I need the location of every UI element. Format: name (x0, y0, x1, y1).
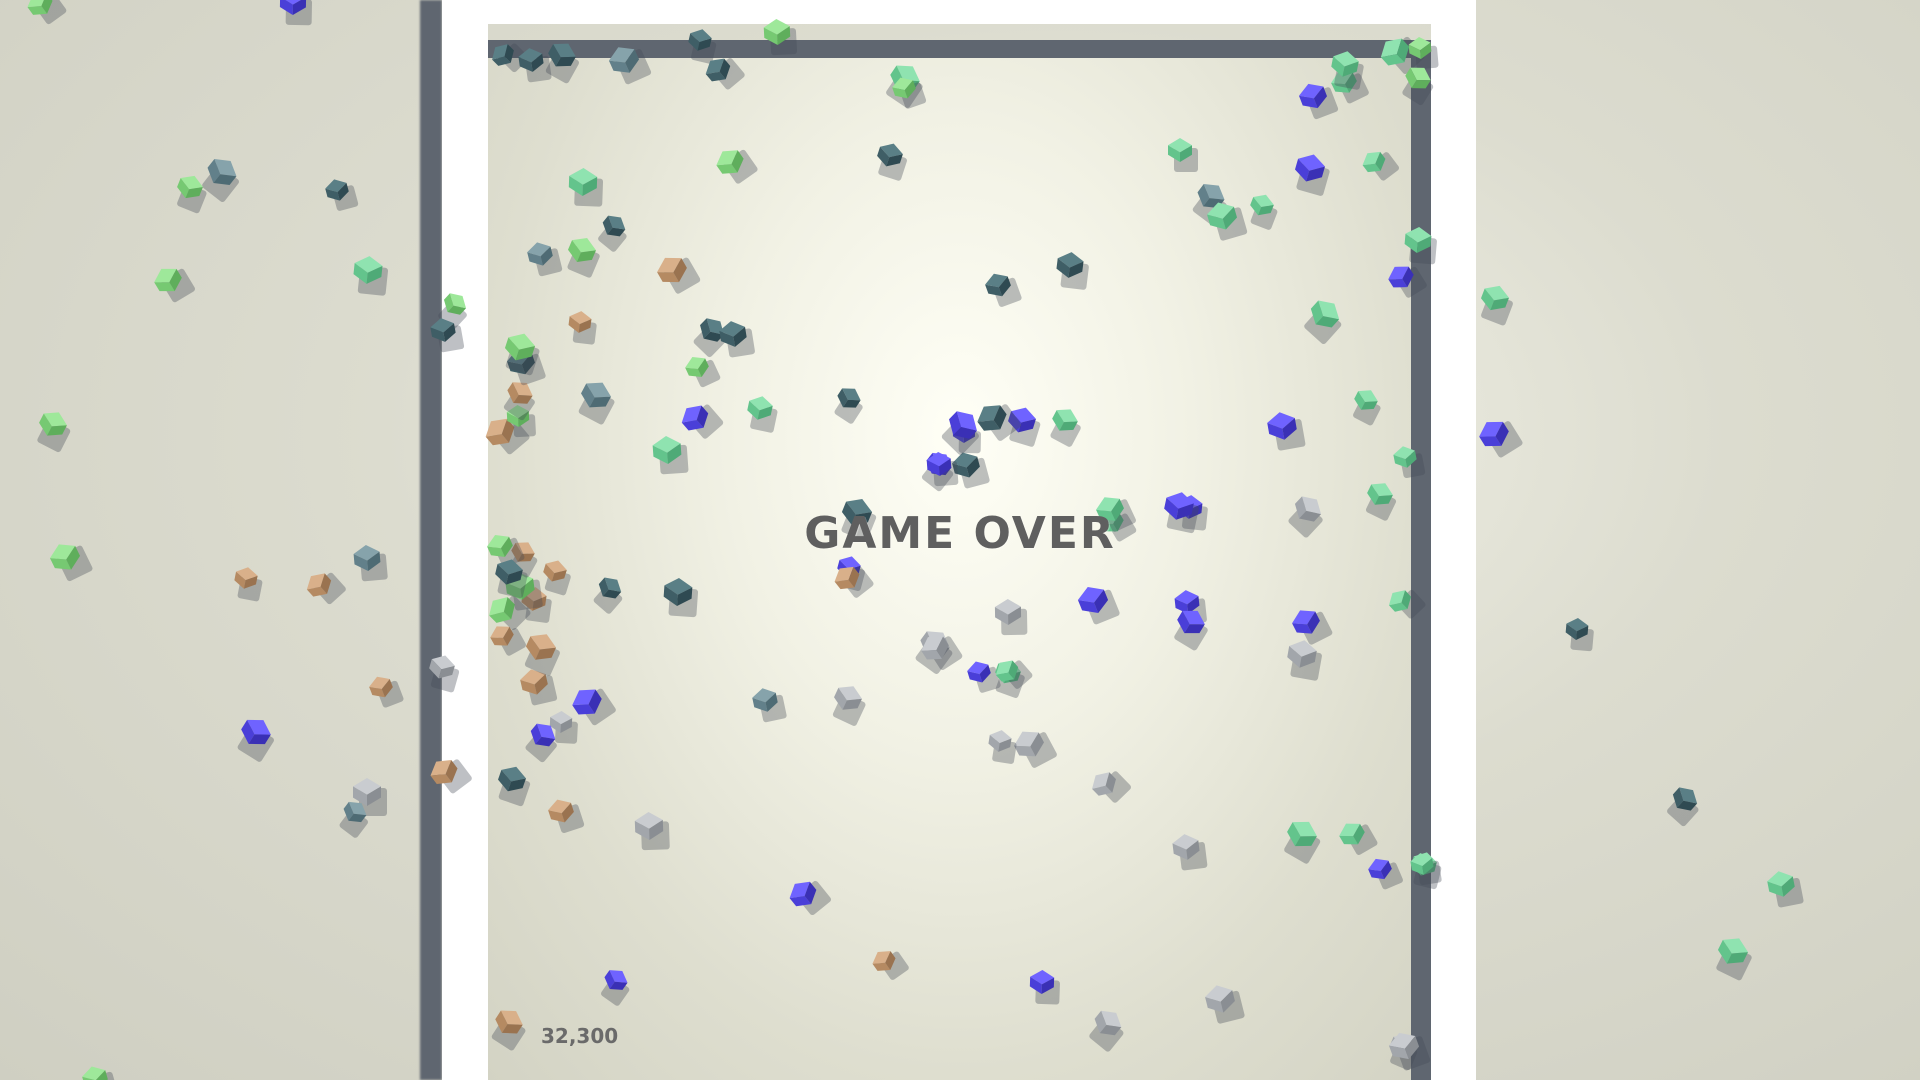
cube (177, 175, 207, 214)
cube (1287, 640, 1322, 681)
cube (652, 436, 689, 475)
cube (1767, 871, 1804, 908)
cube (1077, 587, 1120, 625)
cube (568, 311, 597, 345)
cube (634, 812, 670, 851)
cube (325, 179, 359, 211)
cube (1304, 300, 1342, 344)
cube (1362, 151, 1400, 181)
cube (353, 256, 389, 296)
cube (1388, 1032, 1431, 1071)
cube (1480, 285, 1513, 326)
cube (1029, 970, 1060, 1005)
cube (1388, 589, 1426, 619)
cube (789, 880, 832, 916)
cube (306, 572, 346, 605)
cube (503, 382, 535, 421)
cube (1393, 446, 1426, 479)
cube (429, 655, 460, 693)
cube (567, 238, 600, 278)
cube (82, 1066, 118, 1080)
cube (681, 404, 724, 439)
cube (657, 257, 701, 294)
cube (1050, 409, 1081, 447)
cube (1339, 823, 1378, 855)
cube (598, 215, 627, 252)
cube (1250, 194, 1278, 230)
cube (1014, 731, 1057, 768)
cube (685, 357, 721, 388)
game-scene: GAME OVER 32,300 (0, 0, 1920, 1080)
cube (608, 47, 652, 85)
cube (524, 634, 560, 677)
cube (543, 560, 571, 596)
cube (1368, 858, 1403, 890)
cube (527, 242, 563, 277)
cube (752, 688, 787, 723)
cube (491, 1010, 526, 1051)
cube (1174, 610, 1208, 651)
cube (37, 412, 71, 453)
cube (716, 149, 758, 184)
cube (154, 268, 196, 303)
cube (593, 577, 623, 614)
cube (1404, 227, 1437, 265)
cube (1565, 618, 1594, 652)
cube (1284, 821, 1321, 864)
cube (1667, 787, 1699, 827)
cube (1479, 421, 1523, 458)
cube (832, 686, 866, 726)
cube (1205, 985, 1245, 1024)
cube (548, 799, 585, 833)
cube (1353, 390, 1381, 426)
cube (369, 676, 404, 708)
cube (578, 382, 615, 425)
cube (763, 19, 798, 56)
cube (663, 578, 699, 618)
cube (237, 719, 274, 762)
score-counter: 32,300 (541, 1024, 619, 1048)
cube (1388, 266, 1427, 298)
cube (1716, 938, 1752, 981)
game-over-text: GAME OVER (804, 508, 1116, 559)
cube (1292, 610, 1333, 645)
cube (601, 970, 630, 1006)
cube (568, 168, 604, 207)
cube (1172, 834, 1208, 871)
cube (498, 766, 531, 807)
cube (430, 759, 472, 794)
cube (1089, 1010, 1124, 1052)
cube (988, 730, 1017, 764)
cube (985, 273, 1022, 307)
cube (747, 396, 778, 433)
cube (719, 321, 755, 358)
cube (234, 567, 263, 602)
cube (994, 599, 1028, 636)
cube (688, 29, 717, 64)
cube (1056, 252, 1089, 290)
cube (877, 143, 907, 181)
cube (1267, 412, 1306, 451)
cube (279, 0, 312, 26)
cube (1294, 154, 1330, 196)
cube (1092, 771, 1131, 803)
cube (872, 951, 909, 980)
cube (27, 0, 67, 25)
cube (834, 388, 863, 424)
cube (1168, 138, 1198, 172)
